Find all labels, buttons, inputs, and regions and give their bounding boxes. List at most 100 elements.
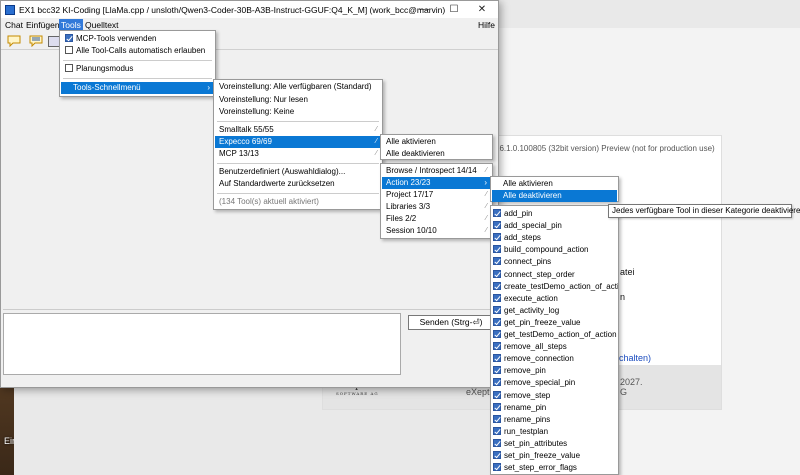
tool-item[interactable]: remove_all_steps: [492, 341, 617, 353]
window-title: EX1 bcc32 KI-Coding [LlaMa.cpp / unsloth…: [19, 4, 446, 15]
title-bar[interactable]: EX1 bcc32 KI-Coding [LlaMa.cpp / unsloth…: [1, 1, 498, 18]
background-link-fragment[interactable]: chalten): [619, 353, 651, 363]
menu-item-status: (134 Tool(s) aktuell aktiviert): [219, 197, 319, 206]
menu-item-custom-selection[interactable]: Benutzerdefiniert (Auswahldialog)...: [215, 166, 381, 178]
tool-item[interactable]: remove_connection: [492, 353, 617, 365]
tool-item[interactable]: remove_step: [492, 390, 617, 402]
menu-hilfe[interactable]: Hilfe: [476, 19, 497, 31]
menu-item-reset-defaults[interactable]: Auf Standardwerte zurücksetzen: [215, 178, 381, 190]
tool-item[interactable]: get_testDemo_action_of_action: [492, 329, 617, 341]
menu-item-label: MCP-Tools verwenden: [76, 34, 157, 43]
menu-separator: [63, 60, 212, 61]
tool-item[interactable]: connect_pins: [492, 256, 617, 268]
background-version-text: 26.1.0.100805 (32bit version) Preview (n…: [495, 144, 715, 153]
menu-item-category-action[interactable]: Action 23/23 ›: [382, 177, 491, 189]
menu-item-mcp-tools[interactable]: MCP-Tools verwenden: [61, 33, 214, 45]
menu-item-smalltalk[interactable]: Smalltalk 55/55 ⁄: [215, 124, 381, 136]
menu-item-action-disable-all[interactable]: Alle deaktivieren: [492, 190, 617, 202]
checkbox-checked-icon: [493, 451, 501, 459]
tool-item[interactable]: rename_pins: [492, 414, 617, 426]
tool-item-label: add_steps: [504, 233, 541, 243]
submenu-arrow-icon: ⁄: [485, 167, 487, 174]
menu-item-category-libraries[interactable]: Libraries 3/3 ⁄: [382, 201, 491, 213]
tools-menu: MCP-Tools verwenden Alle Tool-Calls auto…: [59, 30, 216, 97]
tool-item-label: add_special_pin: [504, 221, 562, 231]
tool-item[interactable]: set_step_error_flags: [492, 462, 617, 474]
menu-separator: [63, 78, 212, 79]
tool-item[interactable]: create_testDemo_action_of_action: [492, 281, 618, 293]
menu-item-preset-read[interactable]: Voreinstellung: Nur lesen: [215, 94, 381, 106]
tool-item-label: get_activity_log: [504, 305, 560, 315]
checkbox-checked-icon: [493, 281, 501, 290]
tool-item[interactable]: remove_pin: [492, 365, 617, 377]
tool-item[interactable]: build_compound_action: [492, 244, 617, 256]
logo-subtext: SOFTWARE AG: [336, 391, 379, 396]
tool-item-label: get_testDemo_action_of_action: [504, 330, 617, 339]
tool-item[interactable]: rename_pin: [492, 402, 617, 414]
submenu-arrow-icon: ⁄: [485, 215, 487, 222]
speech-bubble-list-icon[interactable]: [28, 34, 44, 48]
speech-bubble-icon[interactable]: [6, 34, 22, 48]
expecco-submenu: Alle aktivieren Alle deaktivieren: [380, 134, 493, 160]
close-button[interactable]: ✕: [467, 1, 497, 18]
tool-item[interactable]: add_pin: [492, 208, 617, 220]
menu-item-category-browse[interactable]: Browse / Introspect 14/14 ⁄: [382, 165, 491, 177]
background-footer-text: 2027.: [620, 377, 643, 387]
background-footer-text: G: [620, 387, 628, 397]
menu-item-label: MCP 13/13: [219, 149, 259, 158]
tool-item[interactable]: execute_action: [492, 293, 617, 305]
tool-item[interactable]: get_activity_log: [492, 305, 617, 317]
menu-item-label: Browse / Introspect 14/14: [386, 166, 477, 175]
minimize-button[interactable]: —: [409, 1, 439, 18]
tool-item-label: remove_step: [504, 390, 551, 400]
menu-chat[interactable]: Chat: [3, 19, 25, 31]
menu-item-auto-allow[interactable]: Alle Tool-Calls automatisch erlauben: [61, 45, 214, 57]
send-button[interactable]: Senden (Strg-⏎): [408, 315, 494, 330]
action-submenu: Alle aktivieren Alle deaktivieren: [490, 176, 619, 202]
checkbox-checked-icon: [493, 402, 501, 411]
tooltip: Jedes verfügbare Tool in dieser Kategori…: [608, 204, 800, 218]
menu-item-tools-quick-menu[interactable]: Tools-Schnellmenü ›: [61, 82, 214, 94]
tool-item-label: set_step_error_flags: [504, 463, 577, 473]
tool-item[interactable]: add_special_pin: [492, 220, 617, 232]
menu-item-mcp[interactable]: MCP 13/13 ⁄: [215, 148, 381, 160]
menu-item-category-session[interactable]: Session 10/10 ⁄: [382, 225, 491, 237]
checkbox-checked-icon: [493, 366, 501, 375]
menu-item-category-project[interactable]: Project 17/17 ⁄: [382, 189, 491, 201]
tool-item[interactable]: run_testplan: [492, 426, 617, 438]
submenu-arrow-icon: ⁄: [485, 203, 487, 210]
menu-item-category-files[interactable]: Files 2/2 ⁄: [382, 213, 491, 225]
checkbox-icon: [65, 64, 73, 72]
submenu-arrow-icon: ⁄: [375, 138, 377, 145]
menu-einfuegen[interactable]: Einfügen: [24, 19, 62, 31]
checkbox-checked-icon: [493, 209, 501, 217]
checkbox-checked-icon: [493, 342, 501, 351]
tool-item[interactable]: connect_step_order: [492, 269, 617, 281]
checkbox-checked-icon: [493, 390, 501, 399]
menu-item-action-enable-all[interactable]: Alle aktivieren: [492, 178, 617, 190]
menu-item-planning-mode[interactable]: Planungsmodus: [61, 63, 214, 75]
tool-item[interactable]: set_pin_attributes: [492, 438, 617, 450]
tool-item[interactable]: remove_special_pin: [492, 377, 617, 389]
menu-item-enable-all[interactable]: Alle aktivieren: [382, 136, 491, 148]
menu-item-label: Project 17/17: [386, 190, 434, 199]
background-text-fragment: atei: [620, 267, 635, 277]
tool-item[interactable]: get_pin_freeze_value: [492, 317, 617, 329]
tool-item-label: build_compound_action: [504, 245, 589, 255]
menu-item-label: Expecco 69/69: [219, 137, 272, 146]
submenu-arrow-icon: ›: [207, 83, 210, 92]
tool-item[interactable]: set_pin_freeze_value: [492, 450, 617, 462]
menu-item-label: Tools-Schnellmenü: [73, 83, 141, 92]
menu-item-disable-all[interactable]: Alle deaktivieren: [382, 148, 491, 160]
chat-input[interactable]: [3, 313, 401, 375]
menu-item-preset-all[interactable]: Voreinstellung: Alle verfügbaren (Standa…: [215, 81, 381, 93]
menu-item-label: Alle Tool-Calls automatisch erlauben: [76, 46, 206, 55]
maximize-button[interactable]: ☐: [439, 1, 469, 18]
menu-item-label: Planungsmodus: [76, 64, 134, 73]
menu-item-expecco[interactable]: Expecco 69/69 ⁄: [215, 136, 381, 148]
checkbox-checked-icon: [65, 34, 73, 42]
menu-separator: [217, 163, 379, 164]
checkbox-checked-icon: [493, 293, 501, 302]
tool-item[interactable]: add_steps: [492, 232, 617, 244]
menu-item-preset-none[interactable]: Voreinstellung: Keine: [215, 106, 381, 118]
